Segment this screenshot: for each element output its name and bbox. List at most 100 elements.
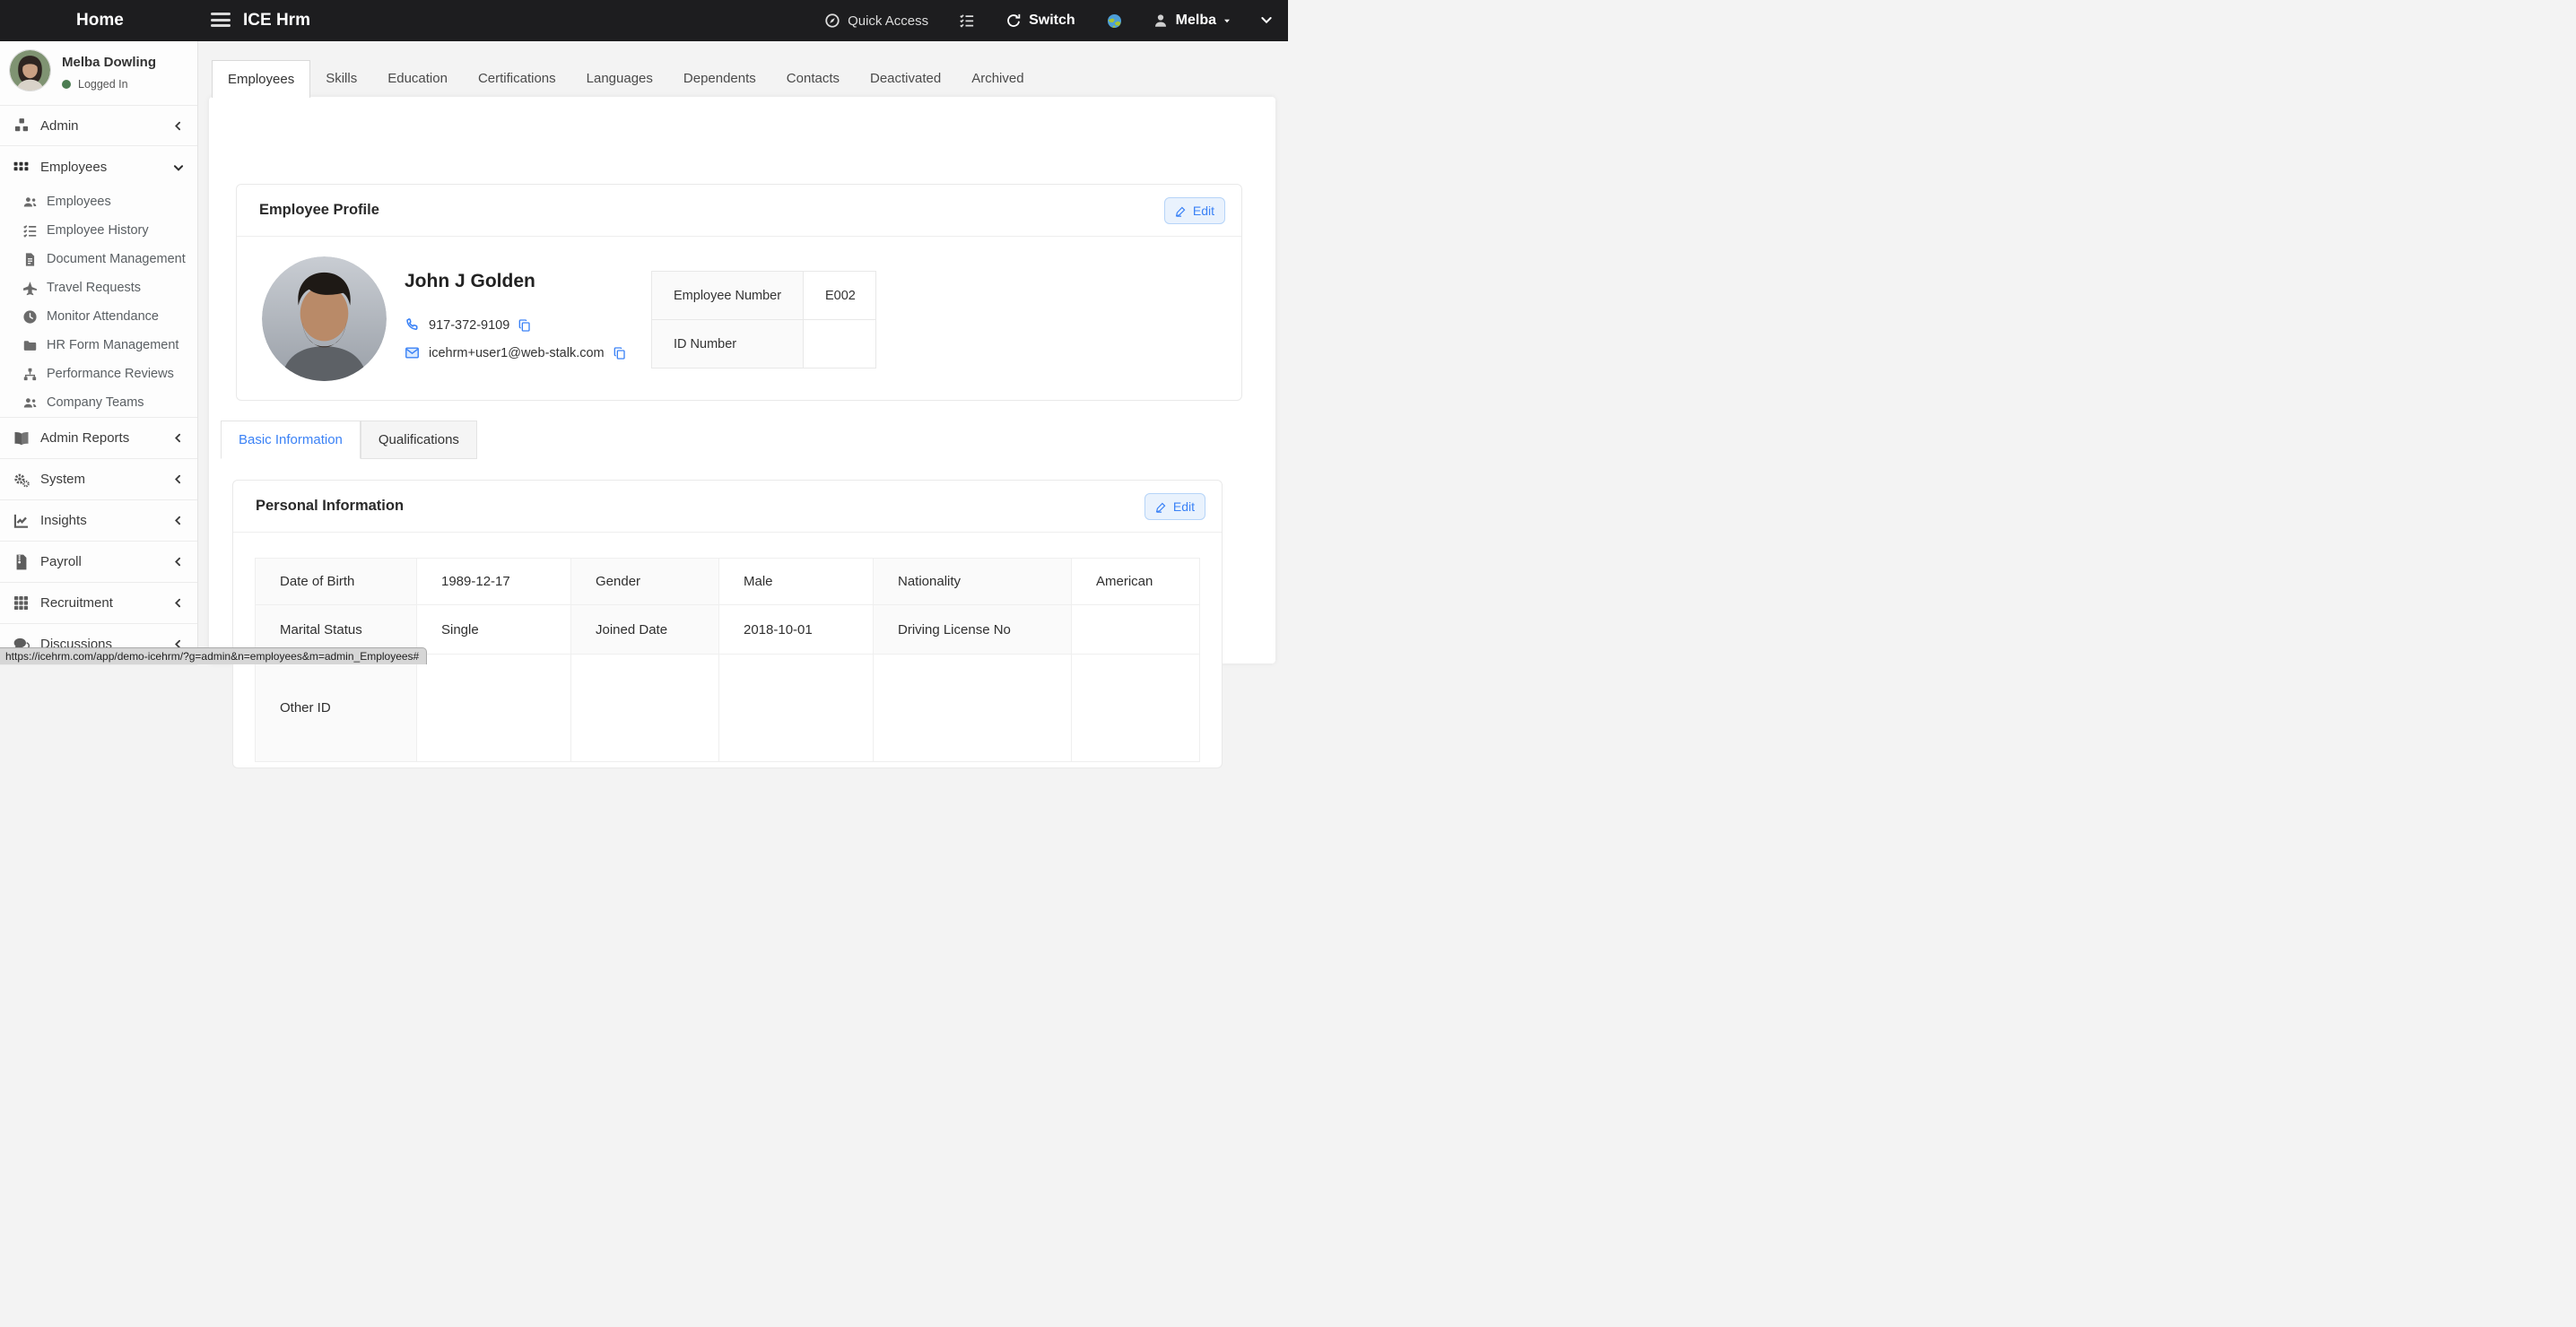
pen-icon xyxy=(1175,205,1187,217)
table-cell-value: Male xyxy=(719,559,874,605)
quick-access-button[interactable]: Quick Access xyxy=(824,13,928,29)
user-icon xyxy=(1153,13,1169,29)
sidebar-user-name: Melba Dowling xyxy=(62,55,156,70)
tab-certifications[interactable]: Certifications xyxy=(463,60,571,97)
tab-archived[interactable]: Archived xyxy=(956,60,1039,97)
chevron-left-icon xyxy=(172,597,184,609)
gears-icon xyxy=(13,471,30,489)
tab-languages[interactable]: Languages xyxy=(571,60,668,97)
users-icon xyxy=(22,195,38,210)
employee-profile-header: Employee Profile Edit xyxy=(237,185,1241,237)
globe-puzzle-icon xyxy=(1106,13,1122,29)
sidebar-item-document-management[interactable]: Document Management xyxy=(0,245,197,273)
topbar: Home ICE Hrm Quick Access Switch xyxy=(0,0,1288,41)
sidebar-item-travel-requests[interactable]: Travel Requests xyxy=(0,273,197,302)
sidebar-item-performance-reviews[interactable]: Performance Reviews xyxy=(0,360,197,388)
edit-personal-information-button[interactable]: Edit xyxy=(1144,493,1205,520)
copy-icon[interactable] xyxy=(613,346,627,360)
card-title: Employee Profile xyxy=(259,185,379,236)
sidebar-item-label: Travel Requests xyxy=(47,281,141,295)
table-cell-value xyxy=(1072,605,1200,655)
sidebar-item-recruitment[interactable]: Recruitment xyxy=(0,583,197,624)
tab-contacts[interactable]: Contacts xyxy=(771,60,855,97)
users-icon xyxy=(22,395,38,411)
sidebar-item-hr-form-management[interactable]: HR Form Management xyxy=(0,331,197,360)
table-cell-value xyxy=(1072,655,1200,762)
avatar[interactable] xyxy=(9,49,51,91)
sidebar: Melba Dowling Logged In Admin Employees … xyxy=(0,41,198,664)
employee-photo[interactable] xyxy=(262,256,387,381)
chevron-left-icon xyxy=(172,556,184,568)
sidebar-item-insights[interactable]: Insights xyxy=(0,500,197,542)
sidebar-item-label: Insights xyxy=(40,513,87,528)
collapse-topbar-button[interactable] xyxy=(1259,13,1275,29)
tasks-button[interactable] xyxy=(959,13,975,29)
tab-skills[interactable]: Skills xyxy=(310,60,372,97)
plane-icon xyxy=(22,281,38,296)
table-cell-value: American xyxy=(1072,559,1200,605)
phone-icon xyxy=(405,317,420,333)
tab-deactivated[interactable]: Deactivated xyxy=(855,60,956,97)
home-link[interactable]: Home xyxy=(76,0,124,41)
field-label: ID Number xyxy=(652,320,804,369)
employee-profile-card: Employee Profile Edit John xyxy=(236,184,1242,401)
table-cell-label: Joined Date xyxy=(571,605,719,655)
employee-id-table: Employee Number E002 ID Number xyxy=(651,271,876,369)
employee-phone[interactable]: 917-372-9109 xyxy=(429,318,509,333)
copy-icon[interactable] xyxy=(518,318,532,333)
chevron-left-icon xyxy=(172,432,184,444)
edit-label: Edit xyxy=(1173,499,1195,514)
sidebar-item-employees[interactable]: Employees xyxy=(0,187,197,216)
detail-tabs: Basic Information Qualifications xyxy=(221,421,477,459)
sidebar-item-label: Employees xyxy=(40,160,107,175)
sidebar-profile: Melba Dowling Logged In xyxy=(0,41,197,106)
tab-education[interactable]: Education xyxy=(372,60,463,97)
sidebar-item-label: Payroll xyxy=(40,554,82,569)
table-cell-value: 1989-12-17 xyxy=(417,559,571,605)
table-cell-value xyxy=(874,655,1072,762)
employee-phone-row: 917-372-9109 xyxy=(405,317,532,333)
sidebar-item-admin[interactable]: Admin xyxy=(0,106,197,146)
sidebar-item-employees-section[interactable]: Employees xyxy=(0,146,197,187)
login-status: Logged In xyxy=(62,78,128,91)
tab-basic-information[interactable]: Basic Information xyxy=(221,421,361,459)
table-cell-value xyxy=(571,655,719,762)
pen-icon xyxy=(1155,501,1167,513)
hamburger-menu-icon[interactable] xyxy=(211,13,231,29)
sidebar-item-label: Recruitment xyxy=(40,595,113,611)
tab-qualifications[interactable]: Qualifications xyxy=(361,421,477,459)
field-value xyxy=(804,320,876,369)
table-cell-value: 2018-10-01 xyxy=(719,605,874,655)
module-tabs: Employees Skills Education Certification… xyxy=(212,60,1040,97)
main-content: Employees Skills Education Certification… xyxy=(198,41,1288,664)
employees-submenu: Employees Employee History Document Mana… xyxy=(0,187,197,418)
list-check-icon xyxy=(22,223,38,239)
grid-icon xyxy=(13,158,30,176)
sidebar-item-admin-reports[interactable]: Admin Reports xyxy=(0,418,197,459)
table-cell-label: Date of Birth xyxy=(256,559,417,605)
chevron-left-icon xyxy=(172,120,184,132)
language-globe-button[interactable] xyxy=(1106,13,1122,29)
sidebar-item-company-teams[interactable]: Company Teams xyxy=(0,388,197,417)
payroll-file-icon xyxy=(13,553,30,571)
sidebar-item-label: Company Teams xyxy=(47,395,144,410)
file-lines-icon xyxy=(22,252,38,267)
tab-employees[interactable]: Employees xyxy=(212,60,310,98)
org-chart-icon xyxy=(22,367,38,382)
folder-icon xyxy=(22,338,38,353)
user-menu[interactable]: Melba xyxy=(1153,13,1232,29)
employee-email-row: icehrm+user1@web-stalk.com xyxy=(405,345,627,360)
app-brand[interactable]: ICE Hrm xyxy=(243,0,310,41)
personal-information-card: Personal Information Edit Date of Birth … xyxy=(232,480,1223,768)
edit-profile-button[interactable]: Edit xyxy=(1164,197,1225,224)
tab-dependents[interactable]: Dependents xyxy=(668,60,771,97)
sidebar-item-monitor-attendance[interactable]: Monitor Attendance xyxy=(0,302,197,331)
sidebar-item-payroll[interactable]: Payroll xyxy=(0,542,197,583)
switch-user-button[interactable]: Switch xyxy=(1005,13,1075,29)
sidebar-item-employee-history[interactable]: Employee History xyxy=(0,216,197,245)
table-cell-value xyxy=(417,655,571,762)
employee-email[interactable]: icehrm+user1@web-stalk.com xyxy=(429,346,605,360)
chart-line-icon xyxy=(13,512,30,530)
sidebar-item-system[interactable]: System xyxy=(0,459,197,500)
status-url: https://icehrm.com/app/demo-icehrm/?g=ad… xyxy=(5,650,419,663)
